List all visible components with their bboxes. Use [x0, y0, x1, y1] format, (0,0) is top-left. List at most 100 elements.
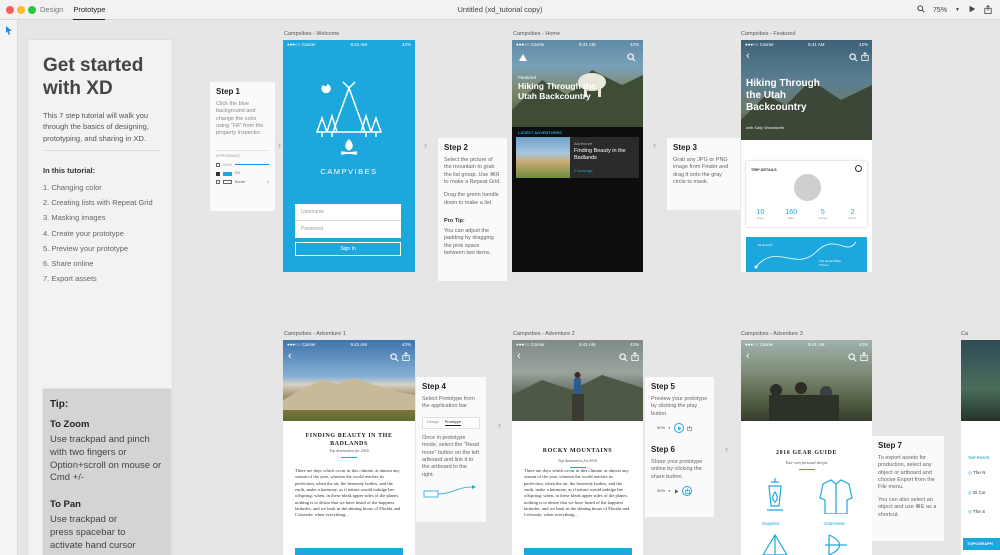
featured-headline: Hiking Through the Utah Backcountry — [746, 78, 820, 113]
artboard-label[interactable]: Campvibes - Home — [513, 31, 560, 37]
artboard-label[interactable]: Campvibes - Featured — [741, 31, 795, 37]
status-battery: 42% — [401, 42, 411, 47]
gear-item-supplies[interactable]: Supplies — [762, 521, 779, 526]
search-icon[interactable] — [390, 353, 399, 362]
list-item[interactable]: Adventure Finding Beauty in the Badlands… — [516, 137, 639, 178]
status-carrier: ●●●○○ Carrier — [745, 342, 774, 347]
search-icon[interactable] — [917, 5, 925, 15]
select-tool-icon[interactable] — [5, 26, 13, 35]
share-icon[interactable] — [861, 52, 869, 61]
search-icon[interactable] — [849, 53, 858, 62]
artboard-label[interactable]: Campvibes - Adventure 1 — [284, 331, 346, 337]
tool-bar — [0, 20, 18, 555]
intro-subtitle: In this tutorial: — [43, 166, 96, 175]
list-item[interactable]: ◎ The N — [968, 470, 985, 476]
step4-text: Select Prototype from the application ba… — [422, 395, 475, 410]
list-item[interactable]: ◎ The S — [968, 509, 985, 515]
protip-title: Pro Tip: — [444, 218, 465, 225]
mask-circle[interactable] — [794, 174, 821, 201]
artboard-label[interactable]: Campvibes - Welcome — [284, 31, 339, 37]
back-icon[interactable]: ‹ — [746, 350, 750, 362]
step1-card: Step 1 Click the blue background and cha… — [210, 82, 275, 211]
fill-swatch[interactable] — [223, 171, 232, 176]
step7-text2: You can also select an object and use ⌘E… — [878, 496, 937, 518]
step5-title: Step 5 — [651, 382, 676, 391]
artboard-label[interactable]: Campvibes - Adventure 3 — [741, 331, 803, 337]
search-icon[interactable] — [627, 53, 636, 62]
status-carrier: ●●●○○ Carrier — [745, 42, 774, 47]
step6-text: Share your prototype online by clicking … — [651, 458, 703, 480]
artboard-welcome[interactable]: ●●●○○ Carrier 9:41 AM 42% CAMPVIBES Userna… — [283, 40, 415, 272]
share-button[interactable] — [682, 486, 692, 497]
section-title: LATEST ADVENTURES — [518, 130, 562, 135]
play-icon[interactable] — [968, 5, 976, 15]
border-value[interactable]: 1 — [267, 180, 269, 185]
artboard-home[interactable]: ●●●○○ Carrier 9:41 AM 42% Featured Hiking … — [512, 40, 643, 272]
intro-title: Get started with XD — [43, 55, 144, 99]
opacity-value[interactable]: 100% — [223, 163, 232, 168]
appearance-panel: APPEARANCE 100% Fill Border 1 — [216, 149, 269, 185]
adv3-subtitle: Your own personal sherpa — [785, 460, 828, 465]
back-icon[interactable]: ‹ — [288, 350, 292, 362]
card-title: Finding Beauty in the Badlands — [574, 148, 626, 161]
tab-design-mini: Design — [427, 419, 439, 424]
share-icon[interactable] — [687, 425, 692, 431]
featured-label: Featured — [518, 75, 537, 80]
chevron-down-icon[interactable]: ▼ — [955, 7, 960, 13]
card-kicker: Adventure — [574, 141, 593, 146]
step7-text: To export assets for production, select … — [878, 454, 935, 491]
read-more-button[interactable] — [295, 548, 403, 555]
share-icon[interactable] — [631, 352, 639, 361]
read-more-button[interactable] — [524, 548, 632, 555]
sign-in-button[interactable]: Sign In — [295, 242, 401, 256]
artboard-label[interactable]: Campvibes - Adventure 2 — [513, 331, 575, 337]
username-field[interactable]: Username — [295, 204, 401, 221]
list-item: 6. Share online — [43, 259, 94, 269]
zoom-level[interactable]: 75% — [933, 7, 947, 14]
share-icon[interactable] — [984, 4, 992, 16]
window-title: Untitled (xd_tutorial copy) — [457, 5, 543, 14]
chevron-right-icon: › — [725, 444, 728, 454]
list-item[interactable]: ◎ El Cor — [968, 490, 986, 496]
play-icon[interactable] — [674, 489, 679, 494]
stat-miles: 160 Miles — [785, 209, 798, 220]
stat-bears: 2 Bears — [848, 209, 857, 220]
campvibes-logo-icon — [315, 81, 383, 155]
home-headline: Hiking Through the Utah Backcountry — [518, 81, 596, 101]
share-icon[interactable] — [860, 352, 868, 361]
step2-card: Step 2 Select the picture of the mountai… — [438, 138, 507, 281]
step2-title: Step 2 — [444, 143, 469, 152]
tab-prototype-mini: Prototype — [444, 420, 462, 426]
artboard-partial[interactable]: TOP POSTS ◎ The N ◎ El Cor ◎ The S TOPOG… — [961, 340, 1000, 555]
featured-byline: with Sally Woodworth — [746, 125, 785, 130]
panel-header: APPEARANCE — [216, 153, 240, 158]
back-icon[interactable]: ‹ — [517, 350, 521, 362]
route-map: Mt Smooth The Great White Throne — [746, 237, 867, 272]
stat-days: 10 Days — [756, 209, 765, 220]
list-item: 4. Create your prototype — [43, 228, 124, 238]
share-icon[interactable] — [402, 352, 410, 361]
artboard-adventure-3[interactable]: ●●●○○ Carrier 9:41 AM 42% ‹ 2016 GEAR GUID… — [741, 340, 872, 555]
search-icon[interactable] — [848, 353, 857, 362]
tab-design[interactable]: Design — [40, 0, 63, 20]
artboard-adventure-1[interactable]: ●●●○○ Carrier 9:41 AM 42% ‹ FINDING BEAUTY… — [283, 340, 415, 555]
search-icon[interactable] — [619, 353, 628, 362]
bow-icon — [825, 534, 847, 555]
status-carrier: ●●●○○ Carrier — [287, 42, 316, 47]
status-carrier: ●●●○○ Carrier — [287, 342, 316, 347]
status-carrier: ●●●○○ Carrier — [516, 342, 545, 347]
design-canvas[interactable]: Get started with XD This 7 step tutorial… — [19, 20, 1000, 555]
password-field[interactable]: Password — [295, 221, 401, 238]
tip-pan-text: Use trackpad or press spacebar to activa… — [50, 514, 136, 551]
list-item: 3. Masking images — [43, 213, 106, 223]
artboard-label[interactable]: Ca — [961, 331, 968, 337]
fill-label: Fill — [235, 171, 240, 176]
artboard-adventure-2[interactable]: ●●●○○ Carrier 9:41 AM 42% ‹ ROCKY MOUNTAIN… — [512, 340, 643, 555]
artboard-featured[interactable]: ●●●○○ Carrier 9:41 AM 42% ‹ Hiking Through… — [741, 40, 872, 272]
border-swatch[interactable] — [223, 180, 232, 185]
play-button[interactable] — [674, 423, 684, 434]
back-icon[interactable]: ‹ — [746, 50, 750, 62]
gear-item-outerwear[interactable]: Outerwear — [824, 521, 845, 526]
tab-prototype[interactable]: Prototype — [73, 0, 106, 20]
adv1-subtitle: Top destination for 2016 — [329, 448, 369, 453]
